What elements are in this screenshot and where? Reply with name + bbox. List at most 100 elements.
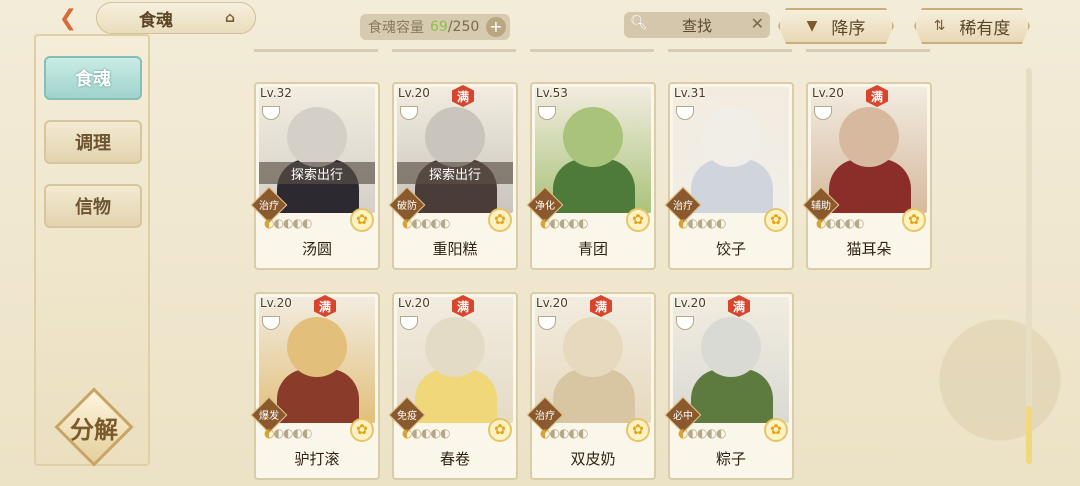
card-name: 猫耳朵 [846,240,892,258]
decompose-label: 分解 [70,415,118,444]
star-icon: ◐ [577,426,589,440]
food-soul-card[interactable]: Lv.20 满必中 ◐◐◐◐◐ ✿ 粽子 [664,292,794,480]
character-head [425,317,485,377]
previous-row-edge [392,44,516,52]
star-rating: ◐◐◐◐◐ [816,216,865,230]
role-label: 必中 [673,411,693,422]
add-capacity-button[interactable]: + [486,17,506,37]
tab-conditioning[interactable]: 调理 [44,120,142,164]
role-label: 治疗 [673,201,693,212]
star-icon: ◐ [687,216,698,230]
star-rating: ◐◐◐◐◐ [678,216,727,230]
decompose-button[interactable]: 分解 [52,387,136,467]
star-icon: ◐ [577,216,589,230]
role-label: 免疫 [397,411,417,422]
star-icon: ◐ [568,426,579,440]
capacity-current: 69 [430,19,448,35]
star-icon: ◐ [715,216,727,230]
food-soul-card[interactable]: Lv.20 满免疫 ◐◐◐◐◐ ✿ 春卷 [388,292,518,480]
food-soul-card[interactable]: Lv.20 满爆发 ◐◐◐◐◐ ✿ 驴打滚 [250,292,380,480]
level-label: Lv.20 [536,296,568,310]
star-icon: ◐ [706,216,717,230]
flower-icon: ✿ [902,208,926,232]
card-name: 粽子 [715,450,746,468]
level-label: Lv.20 [398,86,430,100]
star-icon: ◐ [430,216,441,230]
star-icon: ◐ [273,426,284,440]
sidebar: 食魂 调理 信物 分解 [34,34,150,467]
sort-desc-button[interactable]: ▼ 降序 [778,8,894,44]
character-head [287,107,347,167]
star-icon: ◐ [825,216,836,230]
character-head [287,317,347,377]
page-title-plate: 食魂 ⌂ [96,2,256,34]
star-rating: ◐◐◐◐◐ [264,216,313,230]
search-icon: 🔍︎ [630,15,648,31]
star-icon: ◐ [301,216,313,230]
star-icon: ◐ [853,216,865,230]
level-label: Lv.20 [260,296,292,310]
card-name: 双皮奶 [570,450,616,468]
character-head [563,107,623,167]
food-soul-card[interactable]: Lv.31 治疗 ◐◐◐◐◐ ✿ 饺子 [664,82,794,270]
character-body [691,369,773,423]
flower-icon: ✿ [488,418,512,442]
flower-icon: ✿ [764,208,788,232]
character-body [829,159,911,213]
tab-label: 信物 [75,197,111,218]
card-name: 重阳糕 [432,240,478,258]
food-soul-card[interactable]: Lv.20 满辅助 ◐◐◐◐◐ ✿ 猫耳朵 [802,82,932,270]
scroll-thumb[interactable] [1026,406,1032,464]
character-body [691,159,773,213]
star-icon: ◐ [430,426,441,440]
star-icon: ◐ [292,216,303,230]
flower-icon: ✿ [350,418,374,442]
exploring-status: 探索出行 [397,162,513,184]
star-icon: ◐ [439,216,451,230]
character-head [839,107,899,167]
card-name: 春卷 [439,450,470,468]
star-rating: ◐◐◐◐◐ [540,216,589,230]
capacity-label: 食魂容量 [368,20,424,36]
clear-search-icon[interactable]: ✕ [751,14,764,33]
level-label: Lv.20 [398,296,430,310]
character-body [553,159,635,213]
search-input[interactable]: 🔍︎ 查找 ✕ [624,12,770,38]
level-label: Lv.31 [674,86,706,100]
level-label: Lv.53 [536,86,568,100]
exploring-status: 探索出行 [259,162,375,184]
scrollbar[interactable] [1026,68,1032,464]
food-soul-card[interactable]: Lv.20 满探索出行 破防 ◐◐◐◐◐ ✿ 重阳糕 [388,82,518,270]
role-label: 爆发 [259,411,279,422]
search-placeholder: 查找 [681,16,712,35]
tab-food-souls[interactable]: 食魂 [44,56,142,100]
character-head [701,317,761,377]
food-soul-card[interactable]: Lv.32 探索出行 治疗 ◐◐◐◐◐ ✿ 汤圆 [250,82,380,270]
character-body [415,369,497,423]
sort-toggle-icon: ⇅ [933,18,946,34]
food-soul-card[interactable]: Lv.53 净化 ◐◐◐◐◐ ✿ 青团 [526,82,656,270]
role-label: 破防 [397,201,417,212]
star-icon: ◐ [715,426,727,440]
food-soul-card[interactable]: Lv.20 满治疗 ◐◐◐◐◐ ✿ 双皮奶 [526,292,656,480]
star-icon: ◐ [411,426,422,440]
previous-row-edge [668,44,792,52]
card-name: 饺子 [715,240,746,258]
character-head [563,317,623,377]
tab-tokens[interactable]: 信物 [44,184,142,228]
star-rating: ◐◐◐◐◐ [540,426,589,440]
flower-icon: ✿ [488,208,512,232]
star-icon: ◐ [687,426,698,440]
previous-row-edge [530,44,654,52]
home-icon[interactable]: ⌂ [219,9,241,27]
sort-rarity-button[interactable]: ⇅ 稀有度 [914,8,1030,44]
previous-row-edge [254,44,378,52]
level-label: Lv.32 [260,86,292,100]
role-label: 净化 [535,201,555,212]
star-icon: ◐ [439,426,451,440]
role-label: 辅助 [811,201,831,212]
back-button[interactable]: ❮ [44,4,92,32]
capacity-max: /250 [447,19,480,35]
star-rating: ◐◐◐◐◐ [264,426,312,440]
role-label: 治疗 [535,411,555,422]
